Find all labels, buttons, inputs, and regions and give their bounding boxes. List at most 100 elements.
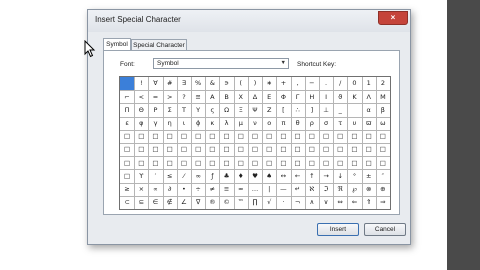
symbol-cell[interactable]: □ — [362, 130, 376, 143]
symbol-cell[interactable]: √ — [262, 196, 276, 209]
symbol-cell[interactable]: ε — [120, 117, 134, 130]
symbol-cell[interactable]: τ — [333, 117, 347, 130]
symbol-cell[interactable]: ♥ — [248, 169, 262, 182]
symbol-cell[interactable]: ⊕ — [376, 183, 390, 196]
symbol-cell[interactable]: □ — [248, 156, 262, 169]
symbol-cell[interactable]: ? — [177, 90, 191, 103]
symbol-cell[interactable]: □ — [376, 130, 390, 143]
symbol-cell[interactable]: ⁄ — [177, 169, 191, 182]
symbol-cell[interactable]: μ — [234, 117, 248, 130]
symbol-cell[interactable]: ρ — [305, 117, 319, 130]
symbol-cell[interactable]: □ — [163, 156, 177, 169]
symbol-cell[interactable]: ∉ — [163, 196, 177, 209]
symbol-cell[interactable]: Μ — [376, 90, 390, 103]
symbol-cell[interactable]: κ — [205, 117, 219, 130]
symbol-cell[interactable]: η — [163, 117, 177, 130]
symbol-cell[interactable]: Υ — [191, 103, 205, 116]
symbol-cell[interactable]: > — [163, 90, 177, 103]
symbol-cell[interactable]: ⊂ — [120, 196, 134, 209]
symbol-cell[interactable]: ∏ — [248, 196, 262, 209]
symbol-cell[interactable]: ς — [205, 103, 219, 116]
symbol-cell[interactable]: ℑ — [319, 183, 333, 196]
symbol-cell[interactable] — [120, 77, 135, 91]
symbol-cell[interactable]: ↵ — [291, 183, 305, 196]
symbol-cell[interactable]: Α — [205, 90, 219, 103]
symbol-cell[interactable]: □ — [120, 169, 134, 182]
symbol-cell[interactable]: □ — [163, 143, 177, 156]
symbol-cell[interactable]: □ — [347, 130, 361, 143]
symbol-cell[interactable]: □ — [134, 156, 148, 169]
symbol-cell[interactable]: □ — [262, 130, 276, 143]
symbol-cell[interactable]: □ — [120, 143, 134, 156]
symbol-cell[interactable]: □ — [305, 143, 319, 156]
symbol-cell[interactable]: ϒ — [134, 169, 148, 182]
symbol-cell[interactable]: □ — [163, 130, 177, 143]
symbol-cell[interactable]: ) — [248, 77, 262, 90]
symbol-cell[interactable]: ∈ — [148, 196, 162, 209]
symbol-cell[interactable]: □ — [234, 156, 248, 169]
symbol-cell[interactable]: ¬ — [291, 196, 305, 209]
symbol-cell[interactable]: % — [191, 77, 205, 90]
symbol-cell[interactable]: 0 — [347, 77, 361, 90]
symbol-cell[interactable]: φ — [134, 117, 148, 130]
symbol-cell[interactable]: … — [248, 183, 262, 196]
symbol-cell[interactable]: ℵ — [305, 183, 319, 196]
symbol-cell[interactable]: □ — [319, 130, 333, 143]
symbol-cell[interactable]: × — [134, 183, 148, 196]
symbol-cell[interactable]: ♦ — [234, 169, 248, 182]
symbol-cell[interactable]: ⋅ — [276, 196, 290, 209]
symbol-cell[interactable]: ƒ — [205, 169, 219, 182]
symbol-cell[interactable]: ⇒ — [376, 196, 390, 209]
symbol-cell[interactable]: ϑ — [333, 90, 347, 103]
symbol-cell[interactable]: □ — [333, 156, 347, 169]
symbol-cell[interactable]: ⇔ — [333, 196, 347, 209]
symbol-cell[interactable]: υ — [347, 117, 361, 130]
symbol-cell[interactable]: □ — [319, 143, 333, 156]
symbol-cell[interactable]: β — [376, 103, 390, 116]
symbol-cell[interactable]: + — [276, 77, 290, 90]
symbol-cell[interactable]: ⊆ — [134, 196, 148, 209]
symbol-cell[interactable]: ϖ — [362, 117, 376, 130]
symbol-cell[interactable]: ± — [362, 169, 376, 182]
symbol-cell[interactable]: ™ — [234, 196, 248, 209]
symbol-cell[interactable]: Η — [305, 90, 319, 103]
symbol-cell[interactable]: γ — [148, 117, 162, 130]
symbol-cell[interactable]: □ — [319, 156, 333, 169]
symbol-cell[interactable]: → — [319, 169, 333, 182]
symbol-cell[interactable]: ∨ — [319, 196, 333, 209]
symbol-cell[interactable]: □ — [276, 143, 290, 156]
symbol-cell[interactable]: □ — [333, 143, 347, 156]
symbol-cell[interactable]: □ — [234, 130, 248, 143]
symbol-cell[interactable]: □ — [276, 130, 290, 143]
symbol-cell[interactable]: ≠ — [205, 183, 219, 196]
symbol-cell[interactable]: ∴ — [291, 103, 305, 116]
symbol-cell[interactable]: ∀ — [148, 77, 162, 90]
symbol-cell[interactable]: ← — [291, 169, 305, 182]
symbol-cell[interactable]: ω — [376, 117, 390, 130]
symbol-cell[interactable]: ο — [262, 117, 276, 130]
symbol-cell[interactable]: ↑ — [305, 169, 319, 182]
symbol-cell[interactable]: ° — [347, 169, 361, 182]
symbol-cell[interactable]: □ — [376, 156, 390, 169]
symbol-cell[interactable]: Π — [120, 103, 134, 116]
symbol-cell[interactable]: ∇ — [191, 196, 205, 209]
symbol-cell[interactable]: □ — [177, 156, 191, 169]
symbol-cell[interactable]: □ — [134, 130, 148, 143]
symbol-cell[interactable]: Σ — [163, 103, 177, 116]
symbol-cell[interactable]: ϕ — [191, 117, 205, 130]
symbol-cell[interactable]: ″ — [376, 169, 390, 182]
symbol-cell[interactable]: □ — [362, 156, 376, 169]
symbol-cell[interactable]: ∧ — [305, 196, 319, 209]
symbol-cell[interactable]: ≤ — [163, 169, 177, 182]
symbol-cell[interactable]: Ι — [319, 90, 333, 103]
symbol-cell[interactable]: Ω — [219, 103, 233, 116]
close-button[interactable]: × — [378, 11, 408, 25]
symbol-cell[interactable]: □ — [148, 143, 162, 156]
symbol-cell[interactable]: ν — [248, 117, 262, 130]
symbol-cell[interactable]: Κ — [347, 90, 361, 103]
symbol-cell[interactable]: Β — [219, 90, 233, 103]
symbol-cell[interactable]: □ — [219, 156, 233, 169]
symbol-cell[interactable]: ≅ — [191, 90, 205, 103]
symbol-cell[interactable]: | — [262, 183, 276, 196]
symbol-cell[interactable]: / — [333, 77, 347, 90]
